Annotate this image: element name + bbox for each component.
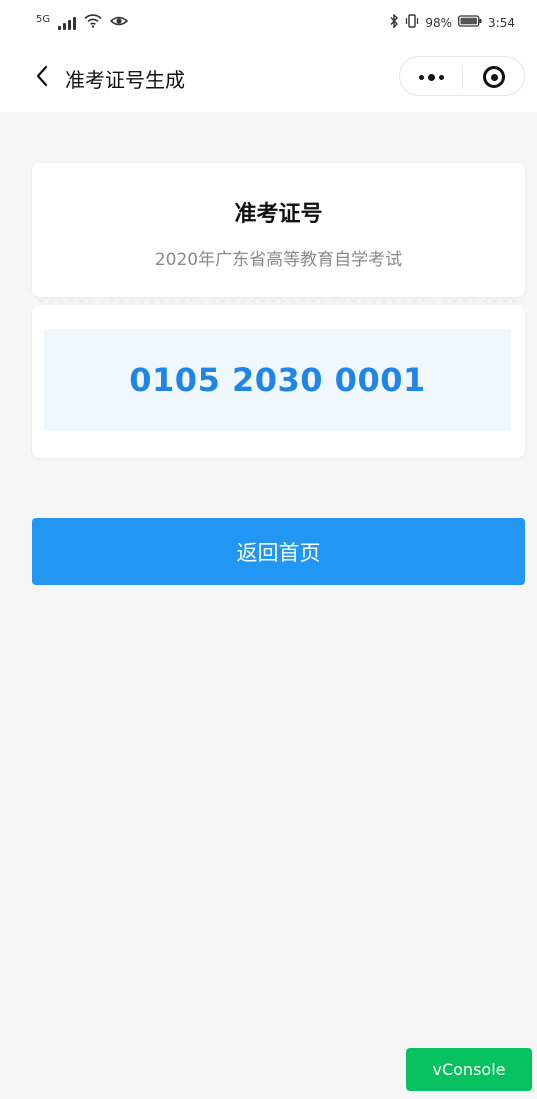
ticket-number: 0105 2030 0001	[129, 361, 426, 399]
back-home-button[interactable]: 返回首页	[32, 518, 525, 585]
chevron-left-icon	[35, 65, 49, 91]
page-title: 准考证号生成	[65, 68, 185, 92]
status-right: 98% 3:54	[389, 13, 515, 31]
clock: 3:54	[488, 15, 515, 30]
nav-bar: 准考证号生成	[0, 52, 537, 104]
signal-label: 5G	[36, 13, 51, 25]
vibrate-icon	[405, 14, 419, 31]
dashed-divider	[38, 300, 518, 302]
target-icon	[483, 66, 505, 88]
more-button[interactable]	[400, 57, 462, 97]
battery-icon	[458, 15, 482, 30]
battery-percent: 98%	[425, 15, 453, 30]
page: 5G 98% 3:54 准考证号生成 准考证号 2020年广东省高等教育自学考试…	[0, 0, 537, 1099]
close-mini-program-button[interactable]	[463, 57, 525, 97]
card-title: 准考证号	[234, 202, 323, 227]
ticket-card-number: 0105 2030 0001	[32, 305, 525, 458]
status-bar: 5G 98% 3:54	[0, 0, 537, 50]
back-button[interactable]	[22, 58, 62, 98]
wifi-icon	[84, 14, 102, 31]
more-dots-icon	[418, 73, 444, 81]
mini-program-capsule	[399, 56, 525, 96]
ticket-card-header: 准考证号 2020年广东省高等教育自学考试	[32, 163, 525, 297]
eye-icon	[109, 14, 129, 31]
signal-icon	[58, 16, 77, 30]
vconsole-button[interactable]: vConsole	[406, 1048, 532, 1091]
top-bar: 5G 98% 3:54 准考证号生成	[0, 0, 537, 112]
bluetooth-icon	[389, 13, 399, 31]
status-left: 5G	[36, 13, 129, 31]
card-subtitle: 2020年广东省高等教育自学考试	[154, 250, 403, 270]
ticket-number-box: 0105 2030 0001	[44, 329, 511, 431]
